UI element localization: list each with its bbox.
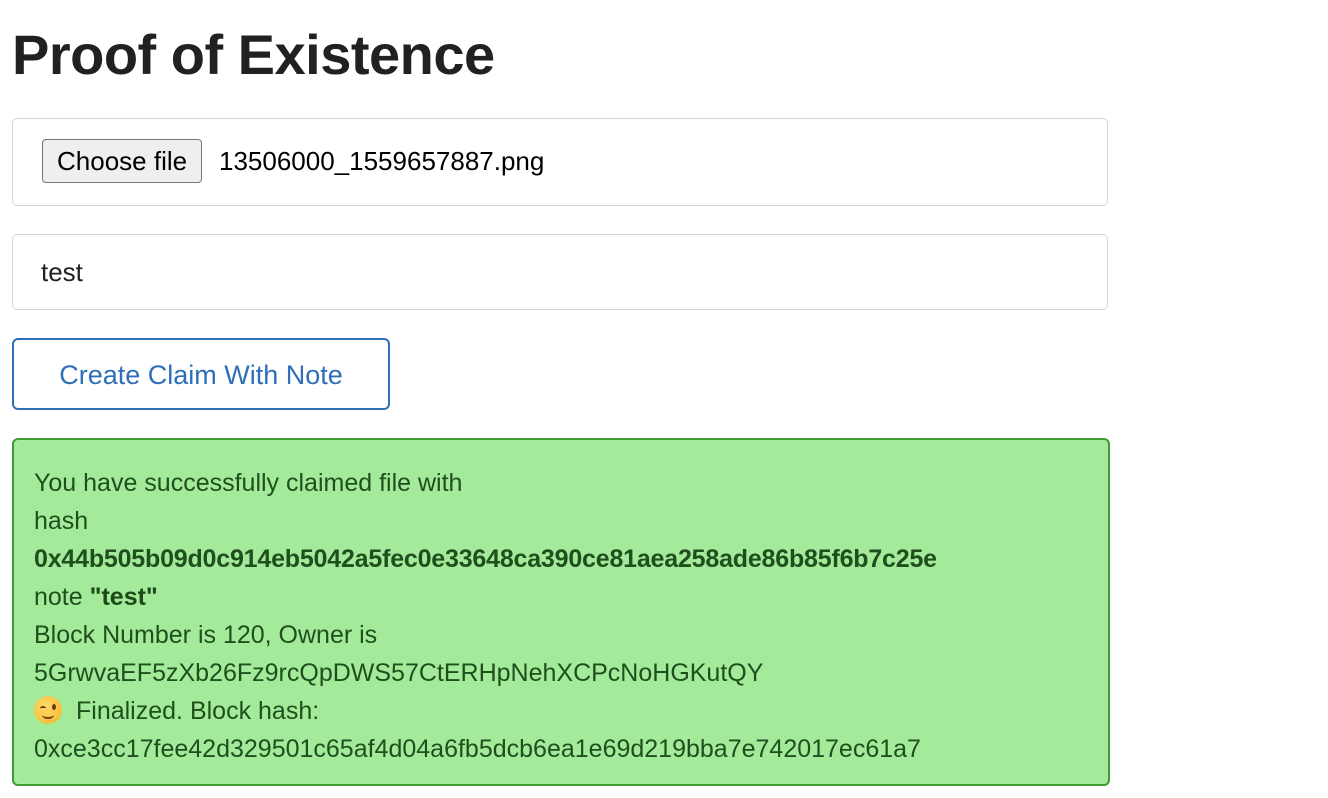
status-owner-address: 5GrwvaEF5zXb26Fz9rcQpDWS57CtERHpNehXCPcN… — [34, 659, 764, 687]
status-block-line: Block Number is 120, Owner is — [34, 621, 378, 649]
status-note-line: note "test" — [34, 578, 1088, 616]
file-input-container: Choose file 13506000_1559657887.png — [12, 118, 1108, 206]
page-title: Proof of Existence — [12, 23, 495, 86]
status-success-line: You have successfully claimed file with — [34, 469, 463, 497]
status-note-value: "test" — [89, 583, 158, 611]
status-finalized-line: Finalized. Block hash: — [34, 692, 1088, 730]
status-note-label: note — [34, 583, 83, 611]
note-input-container — [12, 234, 1108, 310]
selected-file-name: 13506000_1559657887.png — [219, 146, 545, 176]
create-claim-with-note-button[interactable]: Create Claim With Note — [12, 338, 390, 410]
status-finalized-text: Finalized. Block hash: — [76, 697, 320, 725]
status-block-hash: 0xce3cc17fee42d329501c65af4d04a6fb5dcb6e… — [34, 735, 921, 763]
status-hash-label: hash — [34, 507, 89, 535]
wink-emoji-icon — [34, 696, 62, 724]
claim-status-message: You have successfully claimed file with … — [12, 438, 1110, 786]
choose-file-button[interactable]: Choose file — [42, 139, 203, 183]
note-input[interactable] — [13, 235, 1107, 309]
status-file-hash: 0x44b505b09d0c914eb5042a5fec0e33648ca390… — [34, 545, 937, 573]
